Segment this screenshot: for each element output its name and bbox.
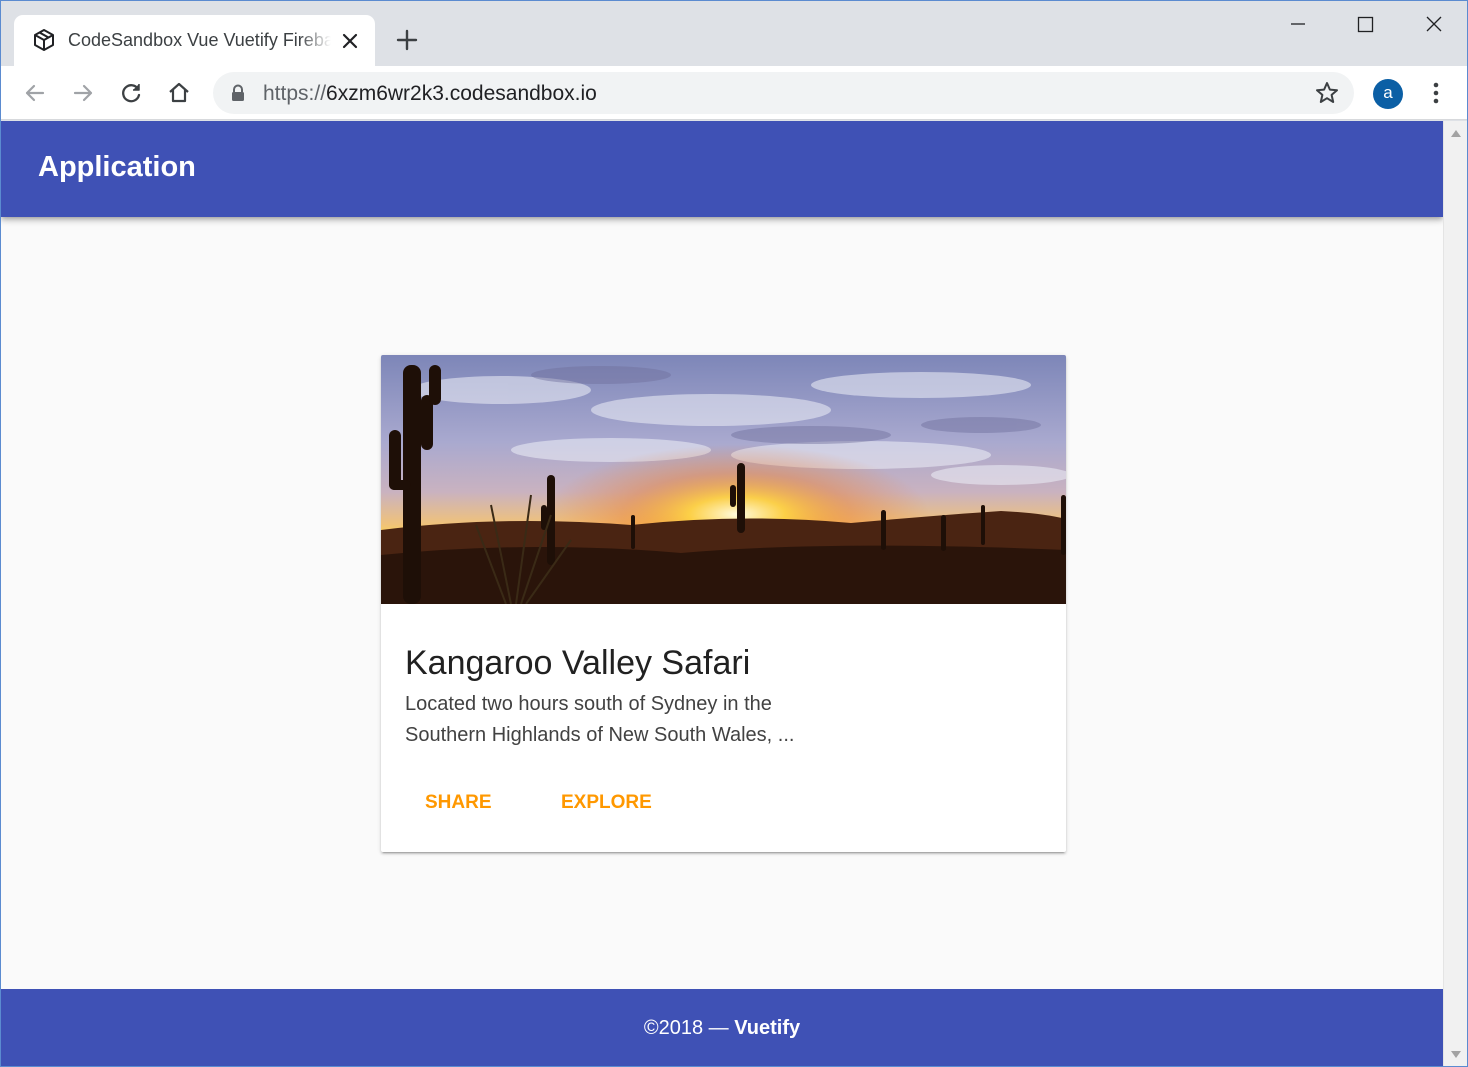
explore-button[interactable]: Explore	[541, 785, 672, 821]
close-window-icon[interactable]	[1420, 11, 1448, 39]
new-tab-plus-icon[interactable]	[394, 27, 420, 53]
tab-title: CodeSandbox Vue Vuetify Firebase	[68, 30, 331, 50]
tab-strip: CodeSandbox Vue Vuetify Firebase	[1, 1, 1467, 66]
address-bar[interactable]: https://6xzm6wr2k3.codesandbox.io	[213, 72, 1354, 114]
card-description: Located two hours south of Sydney in the…	[405, 689, 825, 751]
browser-tab[interactable]: CodeSandbox Vue Vuetify Firebase	[14, 15, 375, 66]
browser-window: CodeSandbox Vue Vuetify Firebase https:/…	[0, 0, 1468, 1067]
codesandbox-cube-icon	[34, 29, 54, 51]
app-title: Application	[38, 151, 196, 183]
home-icon[interactable]	[166, 80, 192, 106]
card-description-line-1: Located two hours south of Sydney in the	[405, 693, 772, 715]
footer-text: ©2018 — Vuetify	[1, 1017, 1443, 1040]
tab-close-icon[interactable]	[338, 29, 362, 53]
app-footer: ©2018 — Vuetify	[1, 989, 1443, 1066]
back-arrow-icon[interactable]	[22, 80, 48, 106]
maximize-icon[interactable]	[1351, 11, 1379, 39]
card-description-line-2: Southern Highlands of New South Wales, .…	[405, 724, 795, 746]
profile-avatar[interactable]: a	[1373, 79, 1403, 109]
url-scheme: https://	[263, 82, 327, 105]
reload-icon[interactable]	[118, 80, 144, 106]
bookmark-star-icon[interactable]	[1314, 80, 1340, 106]
url-text[interactable]: https://6xzm6wr2k3.codesandbox.io	[263, 82, 597, 106]
scroll-up-arrow-icon[interactable]	[1451, 129, 1461, 137]
safari-card: Kangaroo Valley Safari Located two hours…	[381, 355, 1066, 852]
card-media-image	[381, 355, 1066, 604]
share-button[interactable]: Share	[405, 785, 512, 821]
url-host: 6xzm6wr2k3.codesandbox.io	[326, 82, 597, 105]
forward-arrow-icon[interactable]	[70, 80, 96, 106]
card-title: Kangaroo Valley Safari	[405, 644, 751, 682]
vertical-dots-menu-icon[interactable]	[1426, 80, 1446, 106]
page-viewport: Application Kangaroo Valley Safari Locat…	[1, 121, 1443, 1066]
browser-toolbar: https://6xzm6wr2k3.codesandbox.io a	[1, 66, 1467, 120]
minimize-icon[interactable]	[1284, 11, 1312, 39]
footer-copyright: ©2018 —	[643, 1017, 735, 1039]
footer-brand: Vuetify	[734, 1017, 801, 1039]
vertical-scrollbar[interactable]	[1443, 121, 1467, 1066]
scroll-down-arrow-icon[interactable]	[1451, 1051, 1461, 1059]
app-toolbar: Application	[1, 121, 1443, 217]
lock-icon[interactable]	[230, 84, 246, 102]
